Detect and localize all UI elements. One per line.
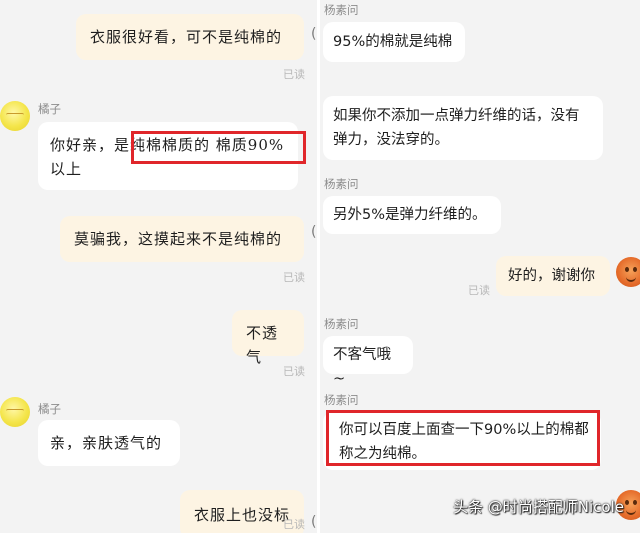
sender-name: 杨素问	[324, 393, 359, 407]
read-status: 已读	[283, 518, 305, 531]
avatar-juzi[interactable]	[0, 101, 30, 131]
message-text: 95%的棉就是纯棉	[333, 34, 453, 50]
message-text: 不客气哦~	[333, 347, 391, 387]
message-text: 亲，亲肤透气的	[50, 434, 163, 452]
edge-glyph: (	[311, 224, 317, 240]
message-bubble-received[interactable]: 不客气哦~	[323, 336, 413, 387]
message-bubble-received[interactable]: 如果你不添加一点弹力纤维的话，没有弹力，没法穿的。	[323, 96, 603, 160]
message-text: 好的，谢谢你	[508, 268, 595, 284]
message-text: 不透气	[246, 324, 279, 366]
sender-name: 橘子	[38, 402, 61, 416]
watermark: 头条 @时尚搭配师Nicole	[453, 498, 624, 516]
sender-name: 橘子	[38, 102, 61, 116]
message-bubble-sent[interactable]: 莫骗我，这摸起来不是纯棉的	[60, 216, 304, 262]
left-chat-panel: 衣服很好看，可不是纯棉的 已读 橘子 你好亲，是纯棉棉质的 棉质90%以上 莫骗…	[0, 0, 317, 533]
message-bubble-sent[interactable]: 不透气	[232, 310, 304, 366]
message-bubble-received[interactable]: 另外5%是弹力纤维的。	[323, 196, 501, 234]
read-status: 已读	[468, 284, 490, 297]
message-text: 另外5%是弹力纤维的。	[333, 207, 487, 223]
message-text: 莫骗我，这摸起来不是纯棉的	[74, 230, 283, 248]
message-bubble-received[interactable]: 亲，亲肤透气的	[38, 420, 180, 466]
sender-name: 杨素问	[324, 317, 359, 331]
read-status: 已读	[283, 68, 305, 81]
sender-name: 杨素问	[324, 3, 359, 17]
read-status: 已读	[283, 271, 305, 284]
highlight-box	[326, 410, 600, 466]
right-chat-panel: 杨素问 95%的棉就是纯棉 如果你不添加一点弹力纤维的话，没有弹力，没法穿的。 …	[320, 0, 640, 533]
message-bubble-sent[interactable]: 衣服很好看，可不是纯棉的	[76, 14, 304, 60]
avatar-juzi[interactable]	[0, 397, 30, 427]
edge-glyph: (	[311, 514, 317, 530]
read-status: 已读	[283, 365, 305, 378]
edge-glyph: (	[311, 26, 317, 42]
highlight-box	[131, 131, 306, 164]
message-text: 衣服上也没标	[194, 506, 291, 524]
message-text: 如果你不添加一点弹力纤维的话，没有弹力，没法穿的。	[333, 108, 580, 148]
message-bubble-received[interactable]: 95%的棉就是纯棉	[323, 22, 465, 62]
message-text: 衣服很好看，可不是纯棉的	[90, 28, 283, 46]
message-bubble-sent[interactable]: 好的，谢谢你	[496, 256, 610, 296]
sender-name: 杨素问	[324, 177, 359, 191]
avatar-user[interactable]	[616, 257, 640, 287]
